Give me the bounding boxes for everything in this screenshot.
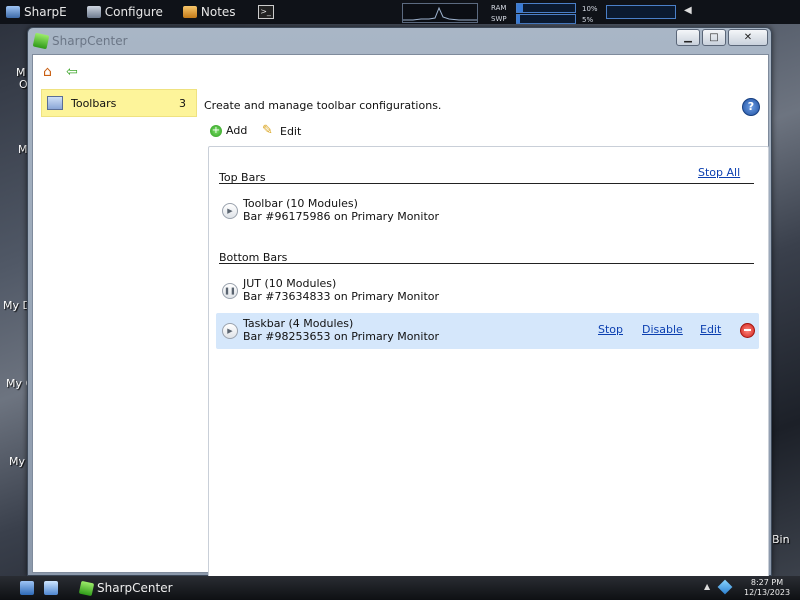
notes-button[interactable]: Notes xyxy=(177,0,242,24)
minimize-button[interactable]: ▁ xyxy=(676,29,700,46)
home-icon[interactable]: ⌂ xyxy=(43,65,59,79)
tray-expand-icon[interactable]: ▲ xyxy=(704,583,712,591)
sharpcenter-app-icon xyxy=(32,32,50,49)
disable-link[interactable]: Disable xyxy=(642,323,683,336)
start-icon[interactable] xyxy=(20,581,34,595)
clock-date: 12/13/2023 xyxy=(744,588,791,597)
edit-label: Edit xyxy=(280,124,302,138)
taskbar-app-sharpcenter[interactable]: SharpCenter xyxy=(78,576,173,600)
configure-label: Configure xyxy=(104,5,163,19)
maximize-button[interactable]: □ xyxy=(702,29,726,46)
swp-value: 5% xyxy=(582,16,594,24)
add-button[interactable]: + Add xyxy=(210,124,247,137)
play-icon[interactable]: ▶ xyxy=(222,203,238,219)
configure-button[interactable]: Configure xyxy=(81,0,169,24)
window-title: SharpCenter xyxy=(52,33,128,48)
help-icon[interactable]: ? xyxy=(742,98,760,116)
section-divider xyxy=(219,183,754,184)
bar-detail: Bar #96175986 on Primary Monitor xyxy=(243,210,440,223)
configure-icon xyxy=(86,6,101,18)
taskbar-app-label: SharpCenter xyxy=(97,581,173,595)
bar-row-toolbar[interactable]: ▶ Toolbar (10 Modules) Bar #96175986 on … xyxy=(216,193,759,229)
swp-meter xyxy=(516,14,576,24)
ram-label: RAM xyxy=(491,4,507,12)
bar-detail: Bar #98253653 on Primary Monitor xyxy=(243,330,440,343)
sharpe-button[interactable]: SharpE xyxy=(0,0,73,24)
window-content: ⌂ ⇦ Toolbars 3 Create and manage toolbar… xyxy=(32,54,769,594)
page-description: Create and manage toolbar configurations… xyxy=(204,99,442,112)
toolbars-icon xyxy=(47,96,63,110)
bar-detail: Bar #73634833 on Primary Monitor xyxy=(243,290,440,303)
notes-label: Notes xyxy=(200,5,236,19)
bar-name: Toolbar (10 Modules) xyxy=(243,197,358,210)
stop-all-link[interactable]: Stop All xyxy=(698,166,740,179)
clock-time: 8:27 PM xyxy=(750,578,784,587)
terminal-icon: >_ xyxy=(257,5,274,19)
sharpcenter-window: SharpCenter ▁ □ ✕ ⌂ ⇦ Toolbars 3 Create … xyxy=(27,27,772,594)
bar-row-taskbar[interactable]: ▶ Taskbar (4 Modules) Bar #98253653 on P… xyxy=(216,313,759,349)
explorer-icon[interactable] xyxy=(44,581,58,595)
terminal-button[interactable]: >_ xyxy=(252,0,280,24)
bar-row-jut[interactable]: ❚❚ JUT (10 Modules) Bar #73634833 on Pri… xyxy=(216,273,759,309)
pause-icon[interactable]: ❚❚ xyxy=(222,283,238,299)
sidebar-item-count: 3 xyxy=(179,96,186,110)
swp-meter-fill xyxy=(517,15,520,23)
edit-link[interactable]: Edit xyxy=(700,323,721,336)
sidebar-item-toolbars[interactable]: Toolbars 3 xyxy=(41,89,197,117)
bar-name: JUT (10 Modules) xyxy=(243,277,337,290)
ram-meter xyxy=(516,3,576,13)
speaker-icon[interactable]: ◀ xyxy=(684,5,694,17)
top-bar: SharpE Configure Notes >_ xyxy=(0,0,800,24)
sharpcenter-app-icon xyxy=(78,580,95,596)
bar-name: Taskbar (4 Modules) xyxy=(243,317,354,330)
cpu-graph xyxy=(402,3,478,23)
clock[interactable]: 8:27 PM 12/13/2023 xyxy=(744,578,790,598)
sharpe-label: SharpE xyxy=(24,5,67,19)
remove-icon[interactable] xyxy=(740,323,755,338)
ram-meter-fill xyxy=(517,4,523,12)
swp-label: SWP xyxy=(491,15,507,23)
add-label: Add xyxy=(226,124,248,137)
notes-icon xyxy=(182,6,197,18)
sharpe-icon xyxy=(6,6,20,18)
window-titlebar[interactable]: SharpCenter ▁ □ ✕ xyxy=(28,28,771,53)
pencil-icon: ✎ xyxy=(262,123,273,138)
edit-button[interactable]: ✎ Edit xyxy=(262,124,301,138)
network-icon[interactable] xyxy=(717,579,733,595)
sidebar-item-label: Toolbars xyxy=(71,96,117,110)
cpu-graph-line xyxy=(403,6,477,21)
toolbars-panel: Top Bars Stop All ▶ Toolbar (10 Modules)… xyxy=(208,146,769,594)
ram-value: 10% xyxy=(582,5,598,13)
taskbar: SharpCenter ▲ 8:27 PM 12/13/2023 xyxy=(0,576,800,600)
close-button[interactable]: ✕ xyxy=(728,29,768,46)
section-divider xyxy=(219,263,754,264)
add-icon: + xyxy=(210,124,222,137)
play-icon[interactable]: ▶ xyxy=(222,323,238,339)
stop-link[interactable]: Stop xyxy=(598,323,623,336)
desktop-icon-label[interactable]: My xyxy=(9,455,25,468)
back-arrow-icon[interactable]: ⇦ xyxy=(66,65,82,79)
volume-bar[interactable] xyxy=(606,5,676,19)
recycle-bin-label[interactable]: Bin xyxy=(772,533,790,546)
